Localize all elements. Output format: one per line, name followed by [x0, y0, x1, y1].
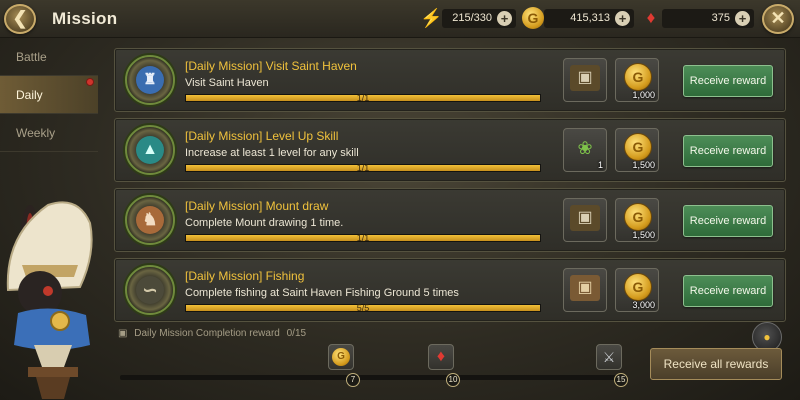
tab-daily[interactable]: Daily — [0, 76, 98, 114]
gold-coin-icon: G — [624, 133, 652, 161]
gift-icon: ▣ — [118, 328, 128, 339]
reward-slot[interactable]: ▣ — [563, 198, 607, 242]
gold-coin-icon: G — [624, 63, 652, 91]
wooden-chest-icon: ▣ — [570, 275, 600, 301]
ruby-icon: ♦ — [646, 8, 656, 27]
mission-progress-text: 1/1 — [356, 233, 370, 243]
gold-coin-icon: G — [332, 348, 350, 366]
mission-title: [Daily Mission] Mount draw — [185, 199, 329, 213]
level-up-arrow-icon: ▲ — [125, 125, 175, 175]
tab-weekly[interactable]: Weekly — [0, 114, 98, 152]
fishing-rod-icon: ∽ — [125, 265, 175, 315]
add-gem-button[interactable]: + — [735, 11, 750, 26]
receive-reward-button[interactable]: Receive reward — [683, 65, 773, 97]
completion-progress-track — [120, 375, 624, 380]
mission-row: ♞ [Daily Mission] Mount draw Complete Mo… — [114, 188, 786, 252]
milestone-reward[interactable]: ♦ — [428, 344, 454, 370]
energy-counter: 215/330 + — [442, 9, 516, 28]
energy-value: 215/330 — [452, 12, 492, 24]
castle-icon: ♜ — [125, 55, 175, 105]
ruby-icon: ♦ — [436, 348, 446, 365]
tab-battle-label: Battle — [16, 50, 47, 64]
gold-coin-icon: G — [624, 273, 652, 301]
completion-reward-text: Daily Mission Completion reward — [134, 328, 280, 339]
completion-progress: 0/15 — [286, 328, 307, 339]
reward-slot[interactable]: ▣ — [563, 268, 607, 312]
milestone-value: 15 — [614, 373, 628, 387]
notification-dot — [86, 78, 94, 86]
mission-progress-text: 5/5 — [356, 303, 370, 313]
reward-count: 1,000 — [632, 90, 655, 100]
mission-progress-bar: 1/1 — [185, 233, 541, 243]
lightning-icon: ⚡ — [420, 8, 443, 28]
tab-daily-label: Daily — [16, 88, 43, 102]
reward-count: 1,500 — [632, 230, 655, 240]
milestone-reward[interactable]: G — [328, 344, 354, 370]
completion-reward-label: ▣ Daily Mission Completion reward 0/15 — [118, 328, 306, 339]
mission-description: Increase at least 1 level for any skill — [185, 147, 359, 159]
gem-counter: 375 + — [662, 9, 754, 28]
mission-progress-bar: 5/5 — [185, 303, 541, 313]
page-title: Mission — [52, 9, 118, 28]
milestone-value: 10 — [446, 373, 460, 387]
mission-description: Complete fishing at Saint Haven Fishing … — [185, 287, 459, 299]
tab-weekly-label: Weekly — [16, 126, 56, 140]
mission-row: ∽ [Daily Mission] Fishing Complete fishi… — [114, 258, 786, 322]
treasure-chest-icon: ▣ — [570, 65, 600, 91]
reward-slot[interactable]: ❀ 1 — [563, 128, 607, 172]
gold-value: 415,313 — [570, 12, 610, 24]
top-bar: ❮ Mission ⚡ 215/330 + G 415,313 + ♦ 375 … — [0, 0, 800, 38]
back-arrow-icon[interactable]: ❮ — [4, 4, 36, 34]
mission-progress-text: 1/1 — [356, 163, 370, 173]
mission-row: ▲ [Daily Mission] Level Up Skill Increas… — [114, 118, 786, 182]
mission-progress-bar: 1/1 — [185, 163, 541, 173]
reward-slot[interactable]: G 3,000 — [615, 268, 659, 312]
gold-counter: 415,313 + — [544, 9, 634, 28]
milestone-reward[interactable]: ⚔ — [596, 344, 622, 370]
mission-category-nav: Battle Daily Weekly — [0, 38, 98, 152]
receive-reward-button[interactable]: Receive reward — [683, 275, 773, 307]
gold-coin-icon: G — [624, 203, 652, 231]
reward-slot[interactable]: G 1,500 — [615, 128, 659, 172]
reward-slot[interactable]: G 1,500 — [615, 198, 659, 242]
gem-value: 375 — [711, 12, 730, 24]
tab-battle[interactable]: Battle — [0, 38, 98, 76]
mission-title: [Daily Mission] Level Up Skill — [185, 129, 339, 143]
reward-count: 1 — [597, 160, 603, 170]
mascot-character-illustration — [6, 201, 93, 399]
mission-progress-bar: 1/1 — [185, 93, 541, 103]
reward-slot[interactable]: G 1,000 — [615, 58, 659, 102]
add-energy-button[interactable]: + — [497, 11, 512, 26]
armor-icon: ⚔ — [602, 349, 616, 365]
receive-reward-button[interactable]: Receive reward — [683, 205, 773, 237]
green-herb-icon: ❀ — [577, 138, 593, 158]
receive-reward-button[interactable]: Receive reward — [683, 135, 773, 167]
close-x-icon[interactable]: ✕ — [762, 4, 794, 34]
mission-description: Visit Saint Haven — [185, 77, 269, 89]
coin-icon: G — [522, 7, 544, 29]
mission-progress-text: 1/1 — [356, 93, 370, 103]
add-gold-button[interactable]: + — [615, 11, 630, 26]
receive-all-rewards-button[interactable]: Receive all rewards — [650, 348, 782, 380]
milestone-value: 7 — [346, 373, 360, 387]
reward-count: 1,500 — [632, 160, 655, 170]
horse-head-icon: ♞ — [125, 195, 175, 245]
reward-slot[interactable]: ▣ — [563, 58, 607, 102]
mission-title: [Daily Mission] Visit Saint Haven — [185, 59, 357, 73]
mission-title: [Daily Mission] Fishing — [185, 269, 305, 283]
reward-count: 3,000 — [632, 300, 655, 310]
treasure-chest-icon: ▣ — [570, 205, 600, 231]
mission-description: Complete Mount drawing 1 time. — [185, 217, 344, 229]
mission-row: ♜ [Daily Mission] Visit Saint Haven Visi… — [114, 48, 786, 112]
